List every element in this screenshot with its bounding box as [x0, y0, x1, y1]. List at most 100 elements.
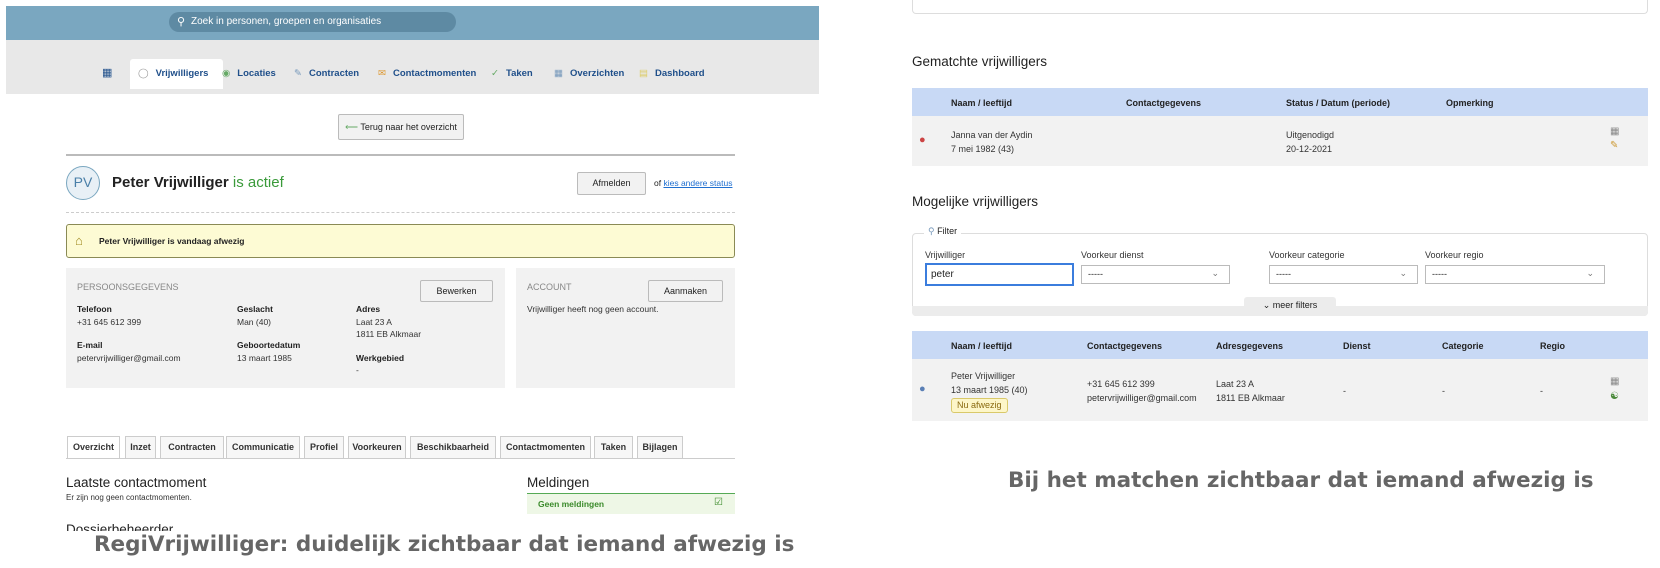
geen-contact-text: Er zijn nog geen contactmomenten.	[66, 493, 192, 502]
nav-locaties[interactable]: ◉ Locaties	[222, 68, 276, 79]
cell-categorie: -	[1442, 386, 1445, 396]
match-add-icon[interactable]: ☯	[1610, 391, 1619, 402]
chart-icon: ▤	[639, 68, 648, 79]
status-link-row: of kies andere status	[654, 178, 733, 188]
field-value: petervrijwilliger@gmail.com	[77, 353, 181, 363]
nav-overzichten[interactable]: ▦ Overzichten	[554, 68, 624, 79]
chevron-down-icon: ⌄	[1586, 268, 1594, 278]
regio-select[interactable]: ----- ⌄	[1425, 265, 1605, 284]
meer-filters-button[interactable]: ⌄ meer filters	[1244, 297, 1336, 314]
filter-label: Vrijwilliger	[925, 250, 966, 260]
caption-right: Bij het matchen zichtbaar dat iemand afw…	[1008, 468, 1594, 493]
dossier-heading: Dossierbeheerder	[66, 522, 174, 531]
bewerken-button[interactable]: Bewerken	[420, 280, 493, 302]
field-label: Adres	[356, 304, 381, 314]
field-value: Man (40)	[237, 317, 272, 327]
cell-address: 1811 EB Alkmaar	[1216, 393, 1285, 403]
search-input[interactable]: ⚲ Zoek in personen, groepen en organisat…	[169, 12, 456, 32]
field-label: E-mail	[77, 340, 103, 350]
nav-contracten[interactable]: ✎ Contracten	[294, 68, 359, 79]
tab-inzet[interactable]: Inzet	[125, 436, 156, 458]
tab-bijlagen[interactable]: Bijlagen	[637, 436, 683, 458]
field-label: Werkgebied	[356, 353, 405, 363]
col-header: Contactgegevens	[1126, 98, 1202, 108]
vrijwilliger-input[interactable]: peter	[925, 263, 1074, 286]
search-icon: ⚲	[177, 16, 186, 28]
details-icon[interactable]: ▦	[1610, 126, 1619, 137]
tab-beschikbaarheid[interactable]: Beschikbaarheid	[410, 436, 496, 458]
filter-label: Voorkeur dienst	[1081, 250, 1144, 260]
contract-icon: ✎	[294, 68, 302, 79]
cell-name: Peter Vrijwilliger	[951, 371, 1016, 381]
nav-contactmomenten[interactable]: ✉ Contactmomenten	[378, 68, 476, 79]
field-value: 1811 EB Alkmaar	[356, 329, 422, 339]
back-arrow-icon: ⟵	[345, 122, 358, 132]
tab-overzicht[interactable]: Overzicht	[67, 436, 120, 458]
afmelden-button[interactable]: Afmelden	[577, 172, 646, 195]
col-header: Dienst	[1343, 341, 1371, 351]
field-label: Geboortedatum	[237, 340, 301, 350]
chevron-down-icon: ⌄	[1262, 300, 1271, 310]
field-value: -	[356, 365, 359, 375]
gematchte-heading: Gematchte vrijwilligers	[912, 54, 1048, 69]
field-value: 13 maart 1985	[237, 353, 292, 363]
cell-email: petervrijwilliger@gmail.com	[1087, 393, 1197, 403]
person-header: Peter Vrijwilliger is actief	[112, 174, 284, 191]
tab-taken[interactable]: Taken	[594, 436, 633, 458]
col-header: Status / Datum (periode)	[1286, 98, 1391, 108]
grid-icon[interactable]: ▦	[102, 66, 112, 79]
tab-contactmomenten[interactable]: Contactmomenten	[500, 436, 591, 458]
back-button[interactable]: ⟵ Terug naar het overzicht	[338, 114, 464, 140]
calendar-icon: ▦	[554, 68, 563, 79]
nav-dashboard[interactable]: ▤ Dashboard	[639, 68, 705, 79]
absent-notice: ⌂ Peter Vrijwilliger is vandaag afwezig	[66, 224, 735, 258]
col-header: Opmerking	[1446, 98, 1494, 108]
meldingen-heading: Meldingen	[527, 475, 590, 490]
chevron-down-icon: ⌄	[1211, 268, 1219, 278]
col-header: Contactgegevens	[1087, 341, 1163, 351]
filter-label: Voorkeur regio	[1425, 250, 1484, 260]
nav-taken[interactable]: ✓ Taken	[491, 68, 533, 79]
tab-communicatie[interactable]: Communicatie	[226, 436, 300, 458]
matched-table-header	[912, 88, 1648, 116]
person-icon: ◯	[138, 68, 149, 79]
account-text: Vrijwilliger heeft nog geen account.	[527, 304, 659, 314]
check-icon: ✓	[491, 68, 499, 79]
col-header: Adresgegevens	[1216, 341, 1284, 351]
section-title: PERSOONSGEGEVENS	[77, 282, 179, 292]
thumbs-up-icon: ☑	[714, 497, 723, 508]
laatste-heading: Laatste contactmoment	[66, 475, 207, 490]
caption-left: RegiVrijwilliger: duidelijk zichtbaar da…	[94, 532, 795, 557]
cell-dienst: -	[1343, 386, 1346, 396]
avatar: PV	[66, 166, 100, 200]
dienst-select[interactable]: ----- ⌄	[1081, 265, 1230, 284]
col-header: Naam / leeftijd	[951, 341, 1013, 351]
cell-regio: -	[1540, 386, 1543, 396]
categorie-select[interactable]: ----- ⌄	[1269, 265, 1418, 284]
cell-datum: 20-12-2021	[1286, 144, 1333, 154]
details-icon[interactable]: ▦	[1610, 376, 1619, 387]
left-screenshot: ⚲ Zoek in personen, groepen en organisat…	[6, 6, 819, 531]
location-icon: ◉	[222, 68, 231, 79]
col-header: Regio	[1540, 341, 1566, 351]
field-value: Laat 23 A	[356, 317, 392, 327]
edit-icon[interactable]: ✎	[1610, 140, 1618, 151]
filter-legend: ⚲ Filter	[924, 226, 962, 237]
cell-phone: +31 645 612 399	[1087, 379, 1155, 389]
cell-address: Laat 23 A	[1216, 379, 1255, 389]
field-label: Geslacht	[237, 304, 273, 314]
search-placeholder: Zoek in personen, groepen en organisatie…	[191, 16, 382, 27]
cell-date: 7 mei 1982 (43)	[951, 144, 1015, 154]
tab-contracten[interactable]: Contracten	[160, 436, 224, 458]
tab-profiel[interactable]: Profiel	[304, 436, 344, 458]
divider	[66, 154, 735, 156]
status-link[interactable]: kies andere status	[663, 178, 732, 188]
aanmaken-button[interactable]: Aanmaken	[648, 280, 723, 302]
tab-voorkeuren[interactable]: Voorkeuren	[348, 436, 406, 458]
field-value: +31 645 612 399	[77, 317, 142, 327]
section-title: ACCOUNT	[527, 282, 572, 292]
nav-vrijwilligers[interactable]: ◯ Vrijwilligers	[138, 68, 208, 79]
cell-name: Janna van der Aydin	[951, 130, 1033, 140]
chat-icon: ✉	[378, 68, 386, 79]
absent-icon: ⌂	[75, 233, 83, 248]
